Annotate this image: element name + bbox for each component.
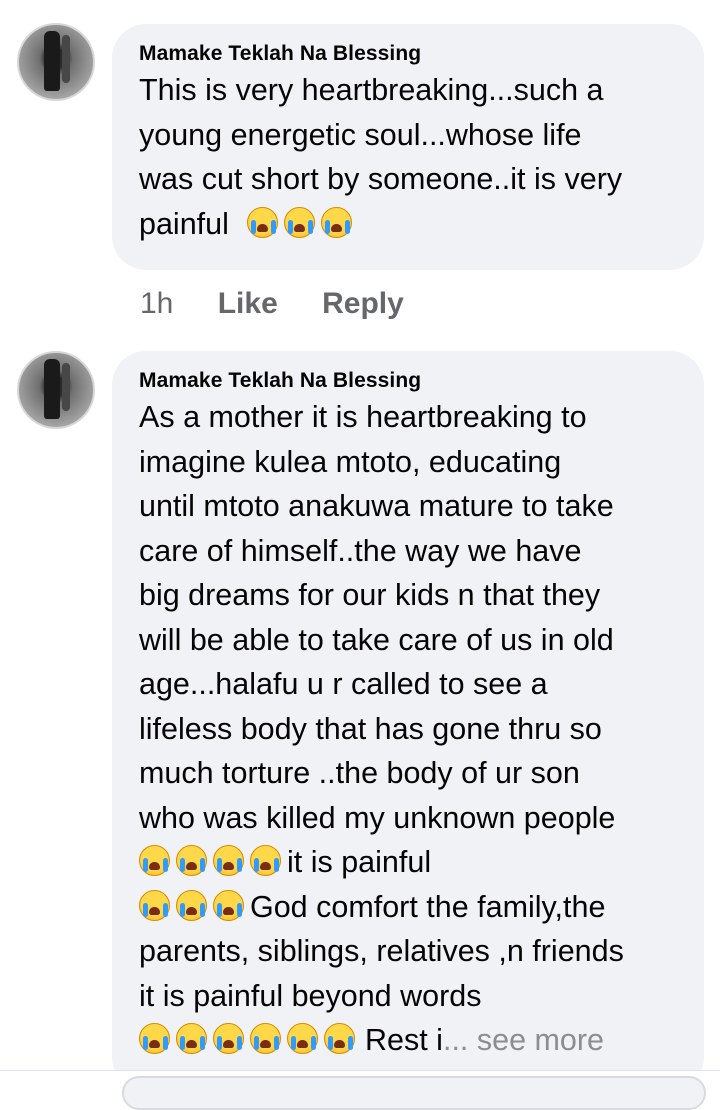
- comment-line: will be able to take care of us in old: [139, 622, 614, 657]
- see-more-link[interactable]: ... see more: [443, 1023, 604, 1057]
- loudly-crying-face-icon: [287, 1023, 318, 1054]
- loudly-crying-face-icon: [284, 206, 316, 238]
- comment-line: parents, siblings, relatives ,n friends: [139, 934, 624, 968]
- comment-bubble[interactable]: Mamake Teklah Na Blessing As a mother it…: [112, 351, 704, 1091]
- comment-line: As a mother it is heartbreaking to: [139, 400, 587, 434]
- comment-author[interactable]: Mamake Teklah Na Blessing: [139, 40, 678, 68]
- comment-composer-area: [0, 1070, 720, 1110]
- loudly-crying-face-icon: [324, 1023, 355, 1054]
- comment-line: it is painful: [287, 845, 432, 879]
- comment-author[interactable]: Mamake Teklah Na Blessing: [139, 367, 678, 395]
- loudly-crying-face-icon: [139, 889, 170, 921]
- comment-line: age...halafu u r called to see a: [139, 667, 548, 701]
- loudly-crying-face-icon: [139, 1023, 170, 1054]
- comment-timestamp: 1h: [140, 287, 174, 320]
- like-button[interactable]: Like: [218, 284, 278, 324]
- avatar-figure-shadow: [62, 35, 70, 83]
- write-comment-input[interactable]: [122, 1076, 706, 1110]
- avatar-figure: [44, 31, 60, 91]
- reply-button[interactable]: Reply: [322, 284, 404, 324]
- loudly-crying-face-icon: [139, 845, 170, 876]
- avatar[interactable]: [17, 23, 95, 101]
- comment-line: until mtoto anakuwa mature to take: [139, 489, 614, 523]
- loudly-crying-face-icon: [213, 1023, 244, 1054]
- loudly-crying-face-icon: [213, 845, 244, 876]
- comment-line: Rest i: [365, 1023, 443, 1057]
- divider: [0, 1070, 720, 1071]
- comment-line: imagine kulea mtoto, educating: [139, 444, 562, 479]
- comment-line-with-emoji: Rest i... see more: [139, 1018, 678, 1063]
- comment-line: young energetic soul...whose life: [139, 117, 582, 152]
- comment-line: was cut short by someone..it is very: [139, 162, 623, 196]
- loudly-crying-face-icon: [250, 1023, 281, 1054]
- comment-line: painful: [139, 206, 229, 241]
- avatar-figure-shadow: [62, 363, 70, 411]
- comment-text: This is very heartbreaking...such a youn…: [139, 68, 678, 246]
- avatar[interactable]: [17, 351, 95, 429]
- loudly-crying-face-icon: [247, 206, 279, 238]
- avatar-figure: [44, 359, 60, 419]
- comment-line: it is painful beyond words: [139, 978, 482, 1013]
- comment-line: who was killed my unknown people: [139, 800, 616, 835]
- comment-line-with-emoji: it is painful: [139, 840, 678, 885]
- comment-line-with-emoji: God comfort the family,the: [139, 885, 678, 930]
- comment-line: lifeless body that has gone thru so: [139, 711, 602, 746]
- loudly-crying-face-icon: [176, 845, 207, 876]
- comment-line-with-emoji: painful: [139, 202, 678, 247]
- loudly-crying-face-icon: [176, 889, 207, 921]
- comment-line: This is very heartbreaking...such a: [139, 73, 604, 107]
- comment-line: God comfort the family,the: [250, 889, 606, 924]
- loudly-crying-face-icon: [250, 845, 281, 876]
- loudly-crying-face-icon: [213, 889, 244, 921]
- comment-bubble[interactable]: Mamake Teklah Na Blessing This is very h…: [112, 24, 704, 270]
- comment-text: As a mother it is heartbreaking to imagi…: [139, 395, 678, 1063]
- comment-line: big dreams for our kids n that they: [139, 578, 601, 612]
- comment-line: care of himself..the way we have: [139, 533, 582, 568]
- loudly-crying-face-icon: [321, 206, 353, 238]
- loudly-crying-face-icon: [176, 1023, 207, 1054]
- comment-line: much torture ..the body of ur son: [139, 756, 580, 790]
- comment-actions: 1h Like Reply: [140, 284, 440, 324]
